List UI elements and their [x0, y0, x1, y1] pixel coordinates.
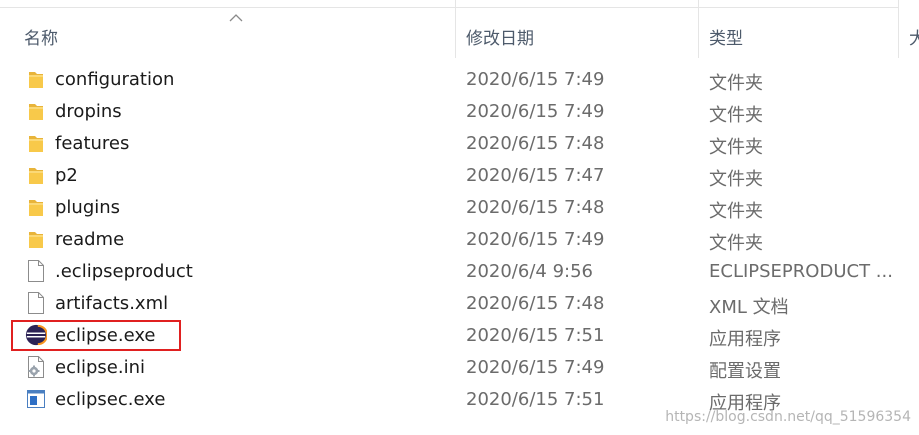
file-row[interactable]: configuration 2020/6/15 7:49 文件夹: [0, 64, 919, 96]
file-modified-date: 2020/6/15 7:49: [466, 101, 605, 122]
file-row[interactable]: .eclipseproduct 2020/6/4 9:56 ECLIPSEPRODU…: [0, 256, 919, 288]
file-modified-date: 2020/6/4 9:56: [466, 261, 593, 282]
file-type: 文件夹: [709, 233, 763, 254]
file-name: eclipse.ini: [55, 357, 145, 378]
column-header-name[interactable]: 名称: [0, 8, 456, 58]
file-type: 文件夹: [709, 137, 763, 158]
file-modified-date: 2020/6/15 7:49: [466, 357, 605, 378]
folder-icon: [26, 195, 46, 219]
file-row[interactable]: readme 2020/6/15 7:49 文件夹: [0, 224, 919, 256]
file-type: 配置设置: [709, 361, 781, 382]
folder-icon: [26, 99, 46, 123]
column-header-modified-label: 修改日期: [466, 29, 534, 49]
highlight-box: [11, 320, 181, 351]
column-header-size-label: 大: [909, 29, 919, 49]
file-name: dropins: [55, 101, 122, 122]
file-row[interactable]: artifacts.xml 2020/6/15 7:48 XML 文档: [0, 288, 919, 320]
file-type: 文件夹: [709, 73, 763, 94]
column-header-size[interactable]: 大: [899, 8, 919, 58]
column-header-type[interactable]: 类型: [699, 8, 899, 58]
file-modified-date: 2020/6/15 7:51: [466, 325, 605, 346]
file-name: configuration: [55, 69, 175, 90]
document-icon: [26, 259, 46, 283]
file-type: 文件夹: [709, 169, 763, 190]
file-modified-date: 2020/6/15 7:48: [466, 133, 605, 154]
file-modified-date: 2020/6/15 7:48: [466, 293, 605, 314]
file-type: 文件夹: [709, 105, 763, 126]
file-row[interactable]: dropins 2020/6/15 7:49 文件夹: [0, 96, 919, 128]
file-row[interactable]: features 2020/6/15 7:48 文件夹: [0, 128, 919, 160]
column-header-name-label: 名称: [24, 29, 58, 49]
watermark: https://blog.csdn.net/qq_51596354: [665, 409, 911, 425]
sort-ascending-icon: [229, 14, 243, 22]
file-name: plugins: [55, 197, 121, 218]
folder-icon: [26, 67, 46, 91]
document-icon: [26, 291, 46, 315]
file-name: p2: [55, 165, 78, 186]
file-row[interactable]: p2 2020/6/15 7:47 文件夹: [0, 160, 919, 192]
file-modified-date: 2020/6/15 7:49: [466, 229, 605, 250]
settings-file-icon: [26, 355, 46, 379]
folder-icon: [26, 131, 46, 155]
folder-icon: [26, 163, 46, 187]
file-name: .eclipseproduct: [55, 261, 193, 282]
file-modified-date: 2020/6/15 7:48: [466, 197, 605, 218]
column-header-modified[interactable]: 修改日期: [456, 8, 699, 58]
column-header-type-label: 类型: [709, 29, 743, 49]
file-modified-date: 2020/6/15 7:49: [466, 69, 605, 90]
console-app-icon: [26, 387, 46, 411]
file-name: artifacts.xml: [55, 293, 169, 314]
column-header-bar: 名称 修改日期 类型 大: [0, 8, 919, 58]
folder-icon: [26, 227, 46, 251]
file-name: eclipsec.exe: [55, 389, 166, 410]
file-type: 文件夹: [709, 201, 763, 222]
file-name: readme: [55, 229, 125, 250]
file-modified-date: 2020/6/15 7:47: [466, 165, 605, 186]
file-type: 应用程序: [709, 329, 781, 350]
file-row[interactable]: plugins 2020/6/15 7:48 文件夹: [0, 192, 919, 224]
column-header-top-strip: [0, 0, 919, 8]
file-name: features: [55, 133, 130, 154]
file-modified-date: 2020/6/15 7:51: [466, 389, 605, 410]
file-type: XML 文档: [709, 297, 789, 318]
file-type: ECLIPSEPRODUCT ...: [709, 261, 893, 282]
file-row[interactable]: eclipse.ini 2020/6/15 7:49 配置设置: [0, 352, 919, 384]
